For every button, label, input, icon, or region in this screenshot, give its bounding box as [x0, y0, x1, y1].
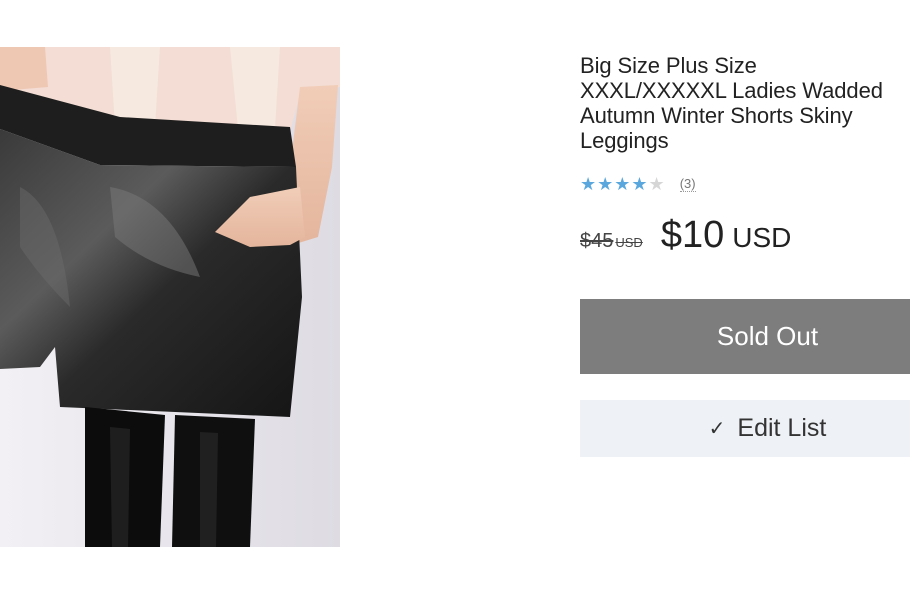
- current-price: $10: [660, 214, 725, 256]
- checkmark-icon: ✓: [708, 418, 726, 440]
- price-row: $45 USD $10 USD: [580, 214, 791, 257]
- empty-star-icon: ★: [648, 174, 666, 194]
- product-image[interactable]: [0, 47, 340, 547]
- original-price-currency: USD: [615, 235, 643, 250]
- filled-stars-icon: ★★★★: [580, 174, 649, 194]
- sold-out-button[interactable]: Sold Out: [580, 299, 910, 374]
- original-price: $45: [580, 230, 614, 252]
- star-rating-icon: ★★★★ ★: [580, 175, 666, 193]
- review-count-link[interactable]: (3): [679, 176, 696, 192]
- rating: ★★★★ ★ (3): [580, 174, 696, 194]
- product-page: Big Size Plus Size XXXL/XXXXXL Ladies Wa…: [0, 0, 910, 596]
- edit-list-label: Edit List: [737, 414, 827, 442]
- edit-list-button[interactable]: ✓ Edit List: [580, 400, 910, 457]
- product-title: Big Size Plus Size XXXL/XXXXXL Ladies Wa…: [580, 53, 883, 153]
- current-price-currency: USD: [732, 222, 792, 253]
- product-photo: [0, 47, 340, 547]
